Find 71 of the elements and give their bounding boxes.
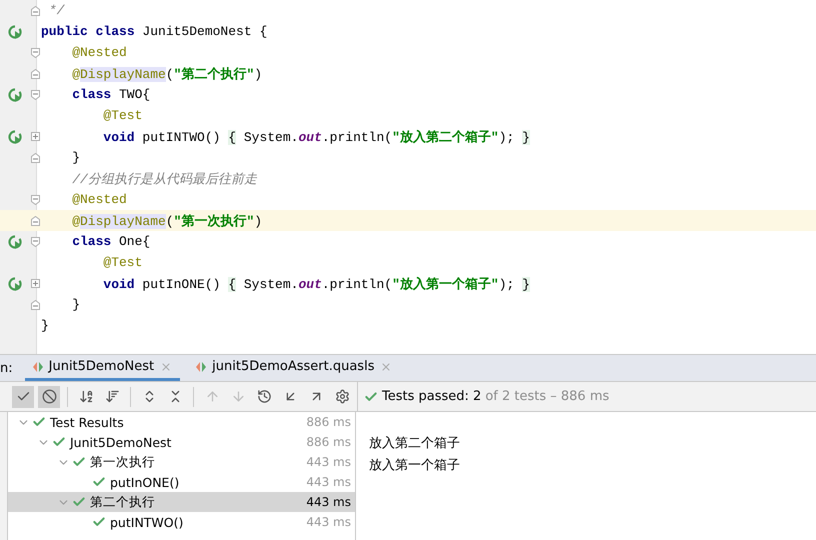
code-line: } (40, 318, 49, 333)
fold-marker-icon[interactable] (30, 236, 40, 246)
expand-marker-icon[interactable] (30, 278, 40, 288)
test-name: 第一次执行 (90, 454, 155, 470)
close-icon[interactable] (380, 360, 392, 372)
code-line: @Test (102, 255, 142, 270)
code-line: } (71, 150, 80, 165)
check-icon (92, 475, 106, 489)
test-duration: 443 ms (306, 475, 352, 489)
tree-row[interactable]: putInONE() 443 ms (8, 472, 355, 492)
test-duration: 886 ms (306, 435, 352, 449)
run-tab[interactable]: junit5DemoAssert.quasls (188, 355, 400, 381)
check-icon (32, 415, 46, 429)
test-run-icon (32, 360, 43, 372)
ban-icon (42, 389, 56, 404)
check-icon (92, 515, 106, 529)
sort-icon (104, 389, 120, 404)
run-icon[interactable] (8, 234, 22, 248)
tree-row[interactable]: Junit5DemoNest 886 ms (8, 432, 355, 452)
test-duration: 443 ms (306, 495, 352, 509)
console-output-line: 放入第二个箱子 (369, 435, 460, 453)
code-line: @Test (102, 108, 142, 123)
ban-button[interactable] (38, 386, 60, 408)
code-line: class TWO{ (71, 87, 150, 102)
test-name: Test Results (50, 414, 124, 430)
fold-marker-icon[interactable] (30, 90, 40, 100)
test-duration: 886 ms (306, 415, 352, 429)
expand-marker-icon[interactable] (30, 132, 40, 142)
check-button[interactable] (12, 386, 34, 408)
test-name: Junit5DemoNest (70, 434, 172, 450)
run-icon[interactable] (8, 88, 22, 102)
check-icon (364, 390, 378, 404)
sort-alpha-icon (78, 389, 94, 404)
settings-icon (334, 389, 350, 404)
fold-marker-icon[interactable] (30, 194, 40, 204)
test-name: 第二个执行 (90, 494, 155, 510)
code-line: */ (48, 3, 64, 18)
code-line: @DisplayName("第二个执行") (71, 66, 262, 82)
test-name: putINTWO() (110, 514, 184, 530)
code-line: void putInONE() { System.out.println("放入第一个箱子"); } (102, 276, 530, 292)
arrow-down-icon (230, 389, 246, 404)
code-line: //分组执行是从代码最后往前走 (71, 170, 257, 188)
run-icon[interactable] (8, 276, 22, 290)
tree-row[interactable]: Test Results 886 ms (8, 412, 355, 432)
fold-marker-icon[interactable] (30, 216, 40, 226)
code-line: @DisplayName("第一次执行") (71, 212, 262, 230)
history-icon (256, 389, 272, 404)
test-run-icon (196, 360, 206, 372)
run-icon[interactable] (8, 130, 22, 144)
panel-label: n: (0, 360, 14, 378)
code-line: void putINTWO() { System.out.println("放入第二个箱子"); } (102, 128, 530, 146)
fold-marker-icon[interactable] (30, 48, 40, 58)
test-name: putInONE() (110, 474, 180, 490)
console-output-line: 放入第一个箱子 (369, 457, 460, 475)
tree-row[interactable]: 第一次执行 443 ms (8, 452, 355, 472)
test-duration: 443 ms (306, 515, 352, 529)
code-line: @Nested (71, 45, 127, 60)
test-summary: of 2 tests – 886 ms (485, 389, 610, 404)
tree-row[interactable]: putINTWO() 443 ms (8, 512, 355, 532)
code-line: class One{ (71, 234, 150, 249)
check-icon (72, 455, 86, 469)
check-icon (72, 495, 86, 509)
tree-row[interactable]: 第二个执行 443 ms (8, 492, 355, 512)
test-status: Tests passed: 2 (382, 389, 482, 404)
code-line: public class Junit5DemoNest { (40, 24, 268, 39)
code-line: } (71, 297, 80, 312)
code-line: @Nested (71, 192, 127, 207)
close-icon[interactable] (160, 360, 172, 372)
check-icon (52, 435, 66, 449)
test-duration: 443 ms (306, 455, 352, 469)
run-icon[interactable] (8, 24, 22, 38)
